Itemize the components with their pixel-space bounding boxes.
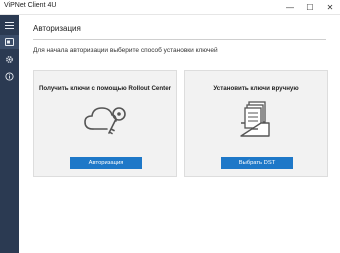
maximize-button[interactable]: ☐: [300, 0, 320, 15]
close-button[interactable]: ✕: [320, 0, 340, 15]
title-divider: [33, 39, 326, 40]
title-bar: ViPNet Client 4U — ☐ ✕: [0, 0, 340, 15]
menu-icon: [5, 21, 14, 29]
page-subtitle: Для начала авторизации выберите способ у…: [33, 47, 218, 54]
key-card-icon: [5, 38, 14, 46]
sidebar-menu-button[interactable]: [0, 18, 19, 32]
window-title: ViPNet Client 4U: [4, 2, 57, 9]
manual-install-card: Установить ключи вручную Выбрать DST: [184, 70, 328, 177]
sidebar: [0, 15, 19, 253]
manual-card-title: Установить ключи вручную: [213, 85, 299, 92]
gear-icon: [6, 55, 13, 63]
authorize-button[interactable]: Авторизация: [70, 157, 142, 169]
sidebar-item-settings[interactable]: [0, 52, 19, 66]
sidebar-item-about[interactable]: [0, 69, 19, 83]
sidebar-item-authorization[interactable]: [0, 35, 19, 49]
minimize-button[interactable]: —: [280, 0, 300, 15]
info-icon: [5, 71, 14, 81]
cloud-key-icon: [84, 107, 126, 135]
page-title: Авторизация: [33, 24, 81, 33]
file-tray-icon: [240, 101, 270, 137]
select-dst-button[interactable]: Выбрать DST: [221, 157, 293, 169]
main-content: Авторизация Для начала авторизации выбер…: [19, 15, 340, 253]
rollout-card-title: Получить ключи с помощью Rollout Center: [38, 85, 172, 92]
rollout-center-card: Получить ключи с помощью Rollout Center …: [33, 70, 177, 177]
